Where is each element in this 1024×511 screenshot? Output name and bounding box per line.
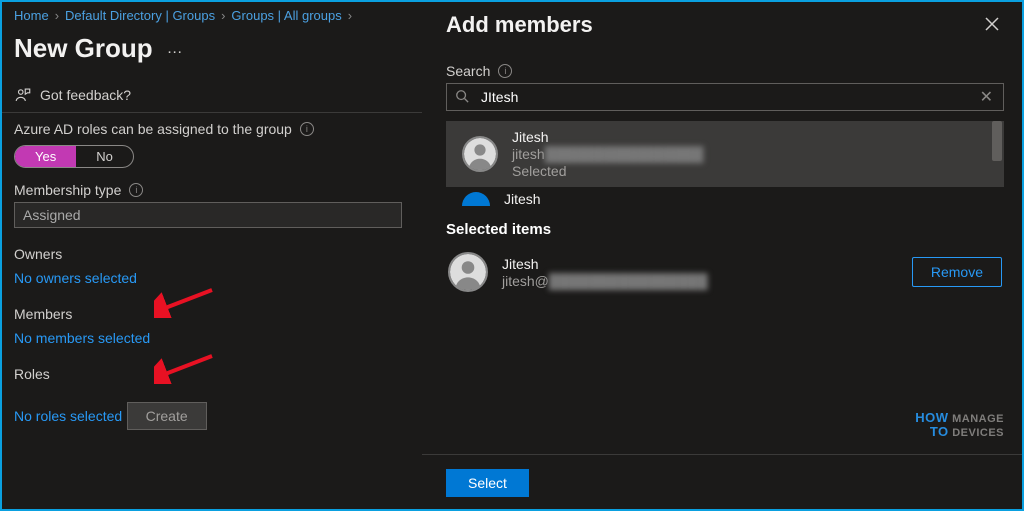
create-button[interactable]: Create — [127, 402, 207, 430]
results-scrollbar[interactable] — [990, 121, 1004, 211]
roles-heading: Roles — [14, 366, 410, 382]
breadcrumb-item-home[interactable]: Home — [14, 8, 49, 23]
feedback-label: Got feedback? — [40, 87, 131, 103]
owners-heading: Owners — [14, 246, 410, 262]
chevron-right-icon: › — [55, 8, 59, 23]
result-name: Jitesh — [504, 191, 541, 207]
search-results: Jitesh jitesh████████████████ Selected J… — [446, 121, 1004, 211]
clear-search-button[interactable]: ✕ — [970, 87, 1003, 107]
avatar — [462, 136, 498, 172]
result-name: Jitesh — [512, 129, 703, 145]
roles-assignable-label: Azure AD roles can be assigned to the gr… — [14, 121, 410, 137]
close-icon — [984, 16, 1000, 32]
membership-type-label: Membership type i — [14, 182, 410, 198]
selected-item: Jitesh jitesh@████████████████ Remove — [446, 248, 1004, 296]
info-icon[interactable]: i — [300, 122, 314, 136]
divider — [2, 112, 422, 113]
add-members-panel: Add members Search i ✕ Jitesh ji — [422, 2, 1022, 509]
person-feedback-icon — [14, 86, 32, 104]
search-input[interactable] — [477, 84, 970, 110]
remove-button[interactable]: Remove — [912, 257, 1002, 287]
chevron-right-icon: › — [348, 8, 352, 23]
chevron-right-icon: › — [221, 8, 225, 23]
select-button[interactable]: Select — [446, 469, 529, 497]
selected-items-heading: Selected items — [446, 221, 1004, 238]
search-result-item[interactable]: Jitesh — [446, 187, 1004, 211]
page-title: New Group — [14, 33, 153, 64]
new-group-pane: Home › Default Directory | Groups › Grou… — [2, 2, 422, 509]
result-status: Selected — [512, 163, 703, 179]
avatar — [462, 192, 490, 206]
members-heading: Members — [14, 306, 410, 322]
search-result-item[interactable]: Jitesh jitesh████████████████ Selected — [446, 121, 1004, 187]
close-button[interactable] — [980, 12, 1004, 41]
roles-assignable-toggle[interactable]: Yes No — [14, 145, 134, 168]
search-box[interactable]: ✕ — [446, 83, 1004, 111]
owners-link[interactable]: No owners selected — [14, 270, 137, 286]
result-email: jitesh████████████████ — [512, 146, 703, 162]
selected-name: Jitesh — [502, 256, 708, 272]
info-icon[interactable]: i — [129, 183, 143, 197]
breadcrumb-item-directory[interactable]: Default Directory | Groups — [65, 8, 215, 23]
avatar — [448, 252, 488, 292]
members-link[interactable]: No members selected — [14, 330, 150, 346]
panel-footer: Select — [422, 454, 1022, 499]
search-icon — [447, 89, 477, 106]
toggle-no[interactable]: No — [76, 146, 133, 167]
info-icon[interactable]: i — [498, 64, 512, 78]
feedback-link[interactable]: Got feedback? — [14, 86, 410, 104]
breadcrumb: Home › Default Directory | Groups › Grou… — [14, 8, 410, 23]
watermark: HOW MANAGETO DEVICES — [915, 411, 1004, 439]
roles-link[interactable]: No roles selected — [14, 408, 122, 424]
breadcrumb-item-groups[interactable]: Groups | All groups — [231, 8, 341, 23]
more-menu-button[interactable]: … — [167, 40, 185, 58]
search-label: Search i — [446, 63, 1004, 79]
membership-type-input[interactable] — [14, 202, 402, 228]
panel-title: Add members — [446, 12, 593, 38]
selected-email: jitesh@████████████████ — [502, 273, 708, 289]
toggle-yes[interactable]: Yes — [15, 146, 76, 167]
